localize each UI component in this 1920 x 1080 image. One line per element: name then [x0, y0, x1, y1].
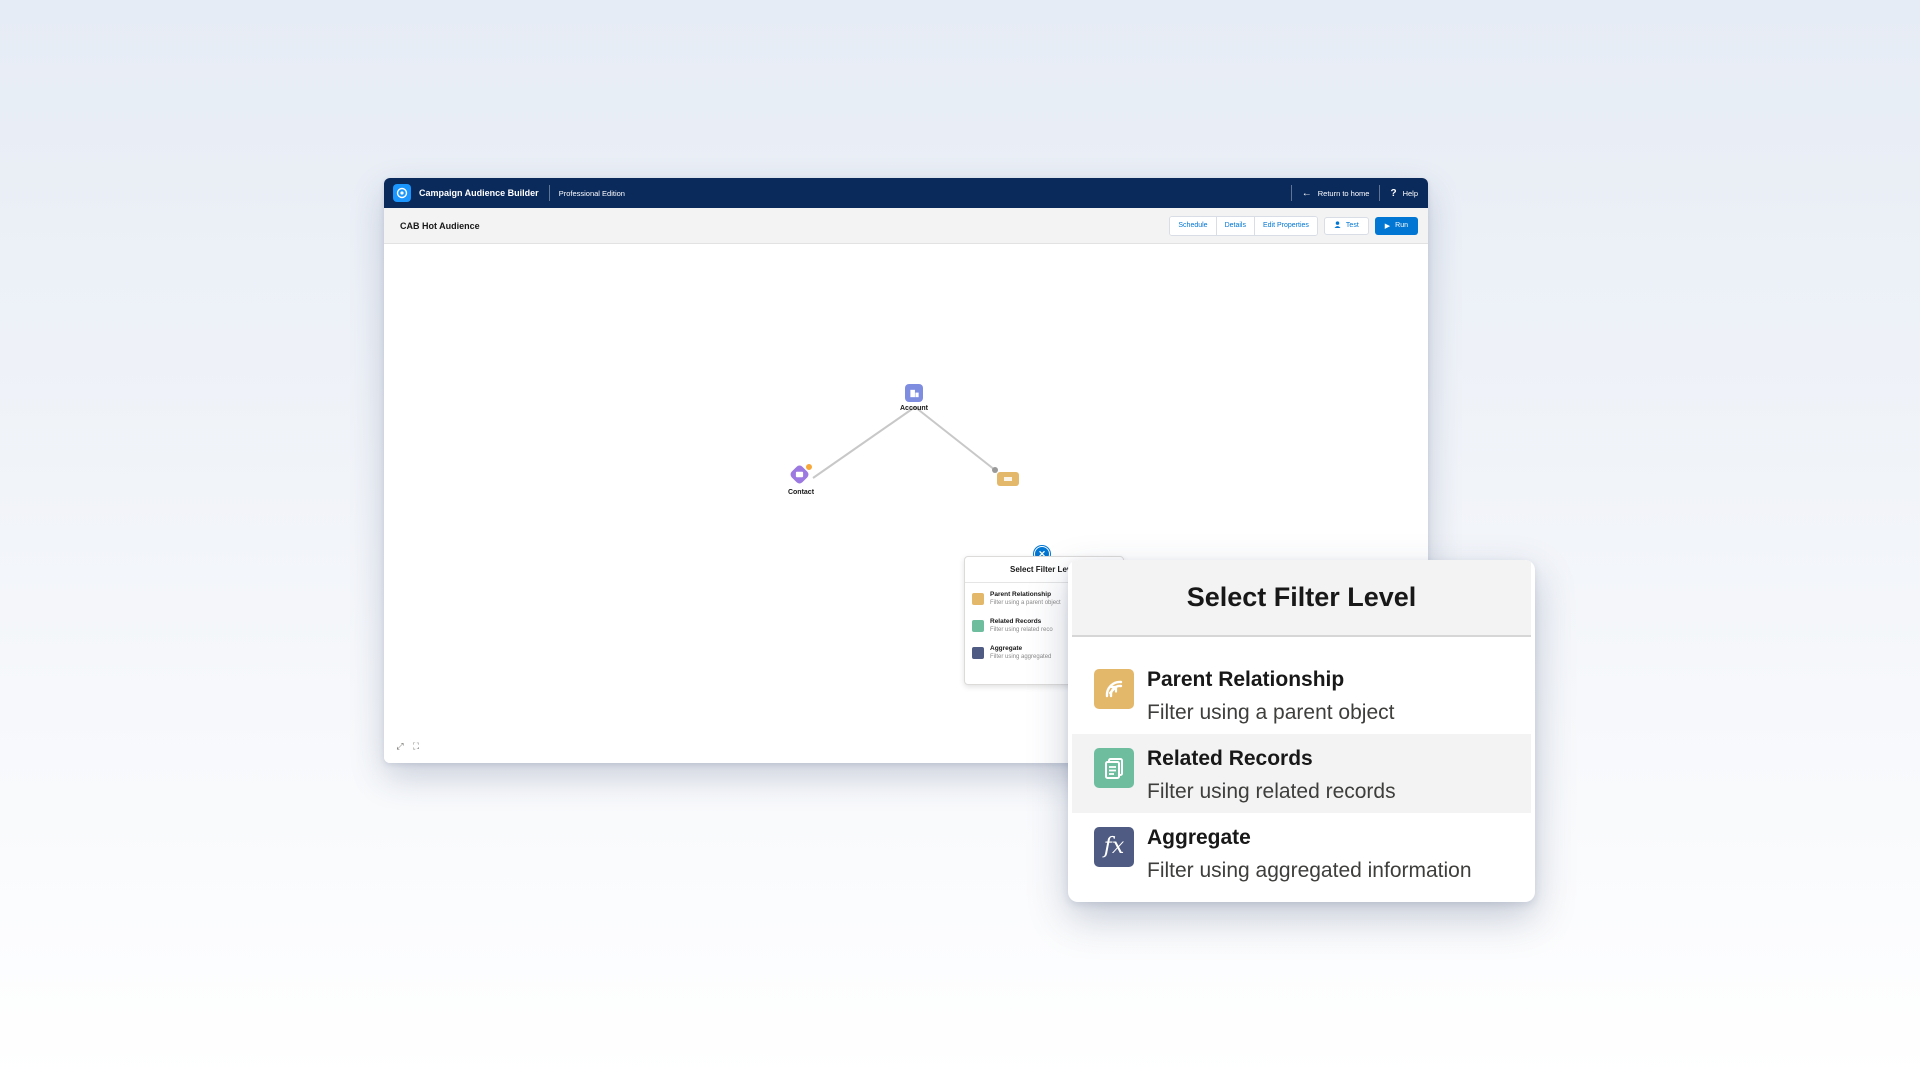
fit-screen-icon[interactable]: ⛶: [408, 739, 424, 753]
mini-option-label: Parent Relationship: [990, 591, 1052, 598]
related-records-icon: [1094, 748, 1134, 788]
test-button[interactable]: Test: [1323, 216, 1369, 235]
popover-title: Select Filter Level: [1186, 582, 1417, 612]
option-description: Filter using related records: [1147, 780, 1396, 803]
popover-header: Select Filter Level: [1072, 560, 1531, 637]
mini-option-label: Related Records: [990, 618, 1042, 625]
option-aggregate[interactable]: fx Aggregate Filter using aggregated inf…: [1072, 813, 1531, 892]
connector-account-contact: [812, 406, 916, 479]
details-button[interactable]: Details: [1216, 216, 1255, 235]
edition-label: Professional Edition: [558, 188, 625, 198]
edit-properties-button[interactable]: Edit Properties: [1255, 216, 1317, 235]
mini-option-label: Aggregate: [990, 645, 1023, 652]
mini-option-description: Filter using aggregated: [990, 654, 1052, 660]
canvas-controls: ⤢ ⛶: [392, 739, 424, 753]
app-title: Campaign Audience Builder: [419, 188, 539, 198]
expand-icon[interactable]: ⤢: [392, 739, 408, 753]
filter-level-popover: Select Filter Level Parent Relationship …: [1068, 560, 1535, 902]
mini-option-description: Filter using related reco: [990, 627, 1053, 633]
contact-icon: [795, 471, 804, 478]
play-icon: ▶: [1384, 222, 1391, 230]
app-toolbar: CAB Hot Audience Schedule Details Edit P…: [384, 208, 1428, 244]
option-label: Parent Relationship: [1147, 668, 1345, 691]
aggregate-icon: fx: [1094, 827, 1134, 867]
header-actions: ← Return to home ? Help: [1290, 178, 1428, 208]
schedule-button[interactable]: Schedule: [1170, 216, 1217, 235]
app-header: Campaign Audience Builder Professional E…: [384, 178, 1428, 208]
return-home-label: Return to home: [1317, 188, 1370, 198]
filter-option-list: Parent Relationship Filter using a paren…: [1068, 637, 1535, 892]
option-parent-relationship[interactable]: Parent Relationship Filter using a paren…: [1072, 655, 1531, 734]
contact-node-label: Contact: [787, 489, 815, 496]
toolbar-buttons: Schedule Details Edit Properties Test ▶ …: [1169, 215, 1418, 236]
help-label: Help: [1402, 188, 1418, 198]
option-description: Filter using aggregated information: [1147, 859, 1472, 882]
question-icon: ?: [1390, 187, 1397, 199]
run-label: Run: [1395, 222, 1408, 229]
option-related-records[interactable]: Related Records Filter using related rec…: [1072, 734, 1531, 813]
return-home-link[interactable]: ← Return to home: [1292, 178, 1380, 208]
account-icon: [909, 389, 919, 397]
run-button[interactable]: ▶ Run: [1374, 216, 1418, 235]
account-node[interactable]: [905, 384, 923, 402]
option-label: Aggregate: [1147, 826, 1251, 849]
connector-account-filter: [914, 406, 996, 471]
app-logo-icon: [393, 184, 411, 202]
aggregate-icon: [972, 647, 984, 659]
user-icon: [1334, 221, 1341, 230]
page-title: CAB Hot Audience: [400, 220, 480, 231]
parent-relationship-icon: [972, 593, 984, 605]
toolbar-button-group: Schedule Details Edit Properties: [1169, 215, 1318, 236]
mini-option-description: Filter using a parent object: [990, 600, 1061, 606]
header-divider: [548, 185, 550, 201]
parent-relationship-icon: [1094, 669, 1134, 709]
contact-status-badge: [805, 463, 813, 471]
help-link[interactable]: ? Help: [1380, 178, 1428, 208]
filter-node[interactable]: [997, 472, 1019, 486]
option-description: Filter using a parent object: [1147, 701, 1395, 724]
arrow-left-icon: ←: [1301, 187, 1312, 199]
option-label: Related Records: [1147, 747, 1313, 770]
filter-node-icon: [1004, 477, 1012, 481]
test-label: Test: [1345, 222, 1359, 229]
account-node-label: Account: [900, 405, 928, 412]
related-records-icon: [972, 620, 984, 632]
